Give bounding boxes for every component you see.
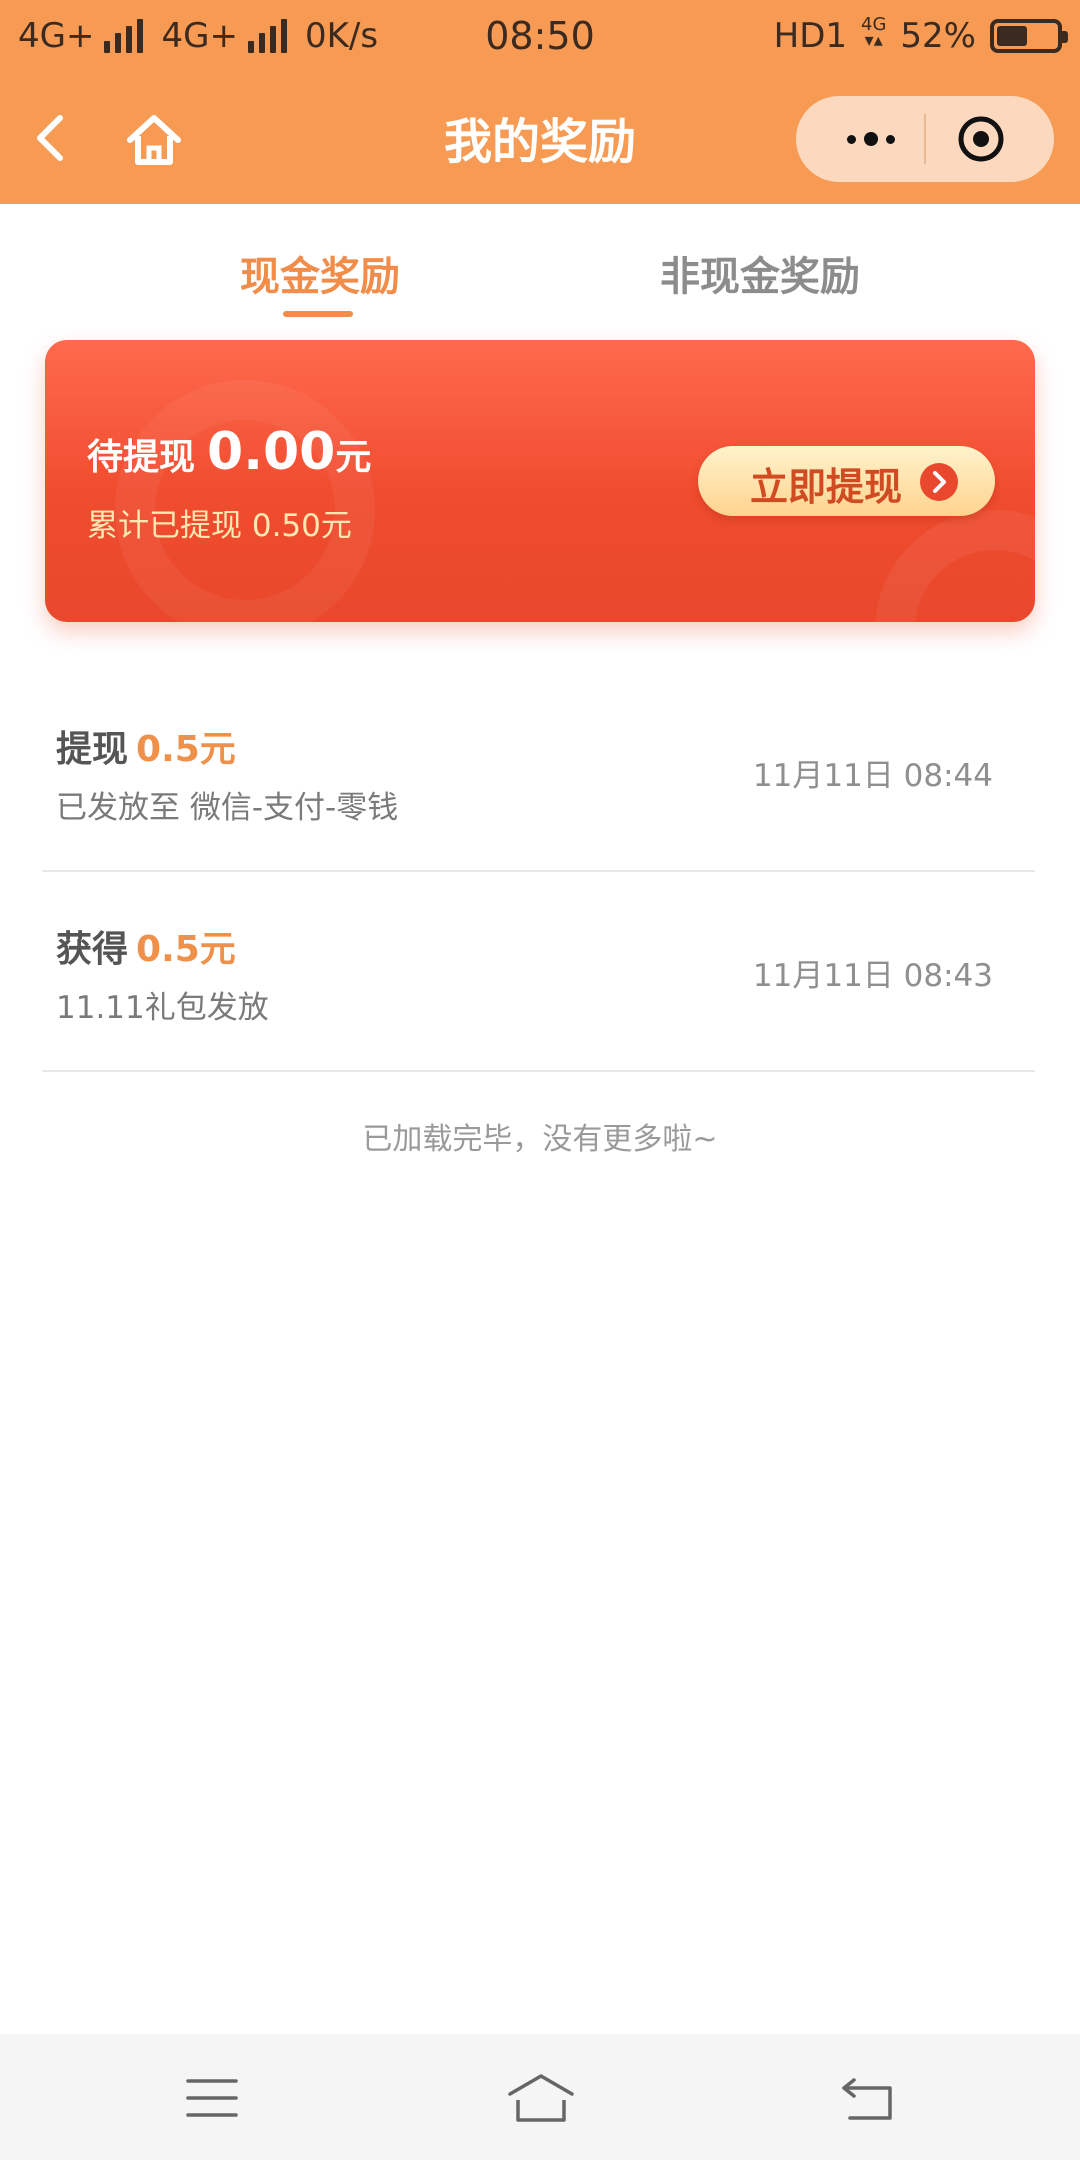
system-nav-bar bbox=[0, 2034, 1080, 2160]
hd-indicator: HD1 bbox=[773, 16, 848, 56]
record-time: 11月11日 08:44 bbox=[752, 758, 993, 794]
nav-bar: 我的奖励 bbox=[0, 80, 1080, 200]
chevron-right-icon bbox=[920, 463, 958, 501]
card-decoration bbox=[875, 510, 1035, 622]
status-right: HD1 4G ▾▴ 52% bbox=[773, 14, 1068, 56]
pending-amount: 0.00 bbox=[207, 422, 336, 482]
record-description: 11.11礼包发放 bbox=[56, 990, 269, 1026]
pending-withdrawal: 待提现 0.00 元 bbox=[87, 422, 371, 482]
record-title: 获得 0.5元 bbox=[56, 920, 236, 972]
battery-percent: 52% bbox=[900, 16, 976, 56]
more-icon[interactable] bbox=[826, 114, 916, 164]
end-of-list-note: 已加载完毕，没有更多啦~ bbox=[362, 1122, 718, 1157]
battery-icon bbox=[990, 19, 1068, 53]
battery-fill bbox=[997, 26, 1027, 46]
list-item[interactable]: 获得 0.5元 11.11礼包发放 11月11日 08:43 bbox=[42, 872, 1035, 1072]
reward-tabs: 现金奖励 非现金奖励 bbox=[0, 204, 1080, 324]
cumulative-withdrawn: 累计已提现 0.50元 bbox=[87, 508, 352, 544]
record-amount: 0.5元 bbox=[136, 729, 236, 770]
tab-noncash-reward[interactable]: 非现金奖励 bbox=[660, 244, 860, 302]
mini-network-icon: 4G ▾▴ bbox=[861, 14, 887, 51]
mini-network-label: 4G bbox=[861, 14, 887, 35]
close-miniapp-icon[interactable] bbox=[956, 114, 1006, 164]
system-home-icon[interactable] bbox=[506, 2072, 576, 2124]
system-back-icon[interactable] bbox=[840, 2074, 896, 2122]
active-tab-indicator bbox=[283, 311, 353, 317]
record-type: 提现 bbox=[56, 729, 129, 770]
record-time: 11月11日 08:43 bbox=[752, 958, 993, 994]
status-bar: 4G+ 4G+ 0K/s 08:50 HD1 4G ▾▴ 52% bbox=[0, 0, 1080, 74]
tab-cash-reward[interactable]: 现金奖励 bbox=[240, 244, 400, 302]
app-header: 4G+ 4G+ 0K/s 08:50 HD1 4G ▾▴ 52% 我的奖励 bbox=[0, 0, 1080, 204]
menu-icon[interactable] bbox=[186, 2077, 238, 2119]
record-description: 已发放至 微信-支付-零钱 bbox=[56, 790, 399, 826]
withdraw-now-button[interactable]: 立即提现 bbox=[698, 446, 995, 516]
record-type: 获得 bbox=[56, 929, 129, 970]
list-item[interactable]: 提现 0.5元 已发放至 微信-支付-零钱 11月11日 08:44 bbox=[42, 672, 1035, 872]
miniapp-capsule bbox=[796, 96, 1054, 182]
record-amount: 0.5元 bbox=[136, 929, 236, 970]
pending-label: 待提现 bbox=[87, 437, 196, 478]
pending-unit: 元 bbox=[335, 437, 372, 478]
capsule-divider bbox=[924, 114, 926, 164]
withdraw-button-label: 立即提现 bbox=[750, 465, 903, 509]
record-title: 提现 0.5元 bbox=[56, 720, 236, 772]
reward-balance-card: 待提现 0.00 元 累计已提现 0.50元 立即提现 bbox=[45, 340, 1035, 622]
